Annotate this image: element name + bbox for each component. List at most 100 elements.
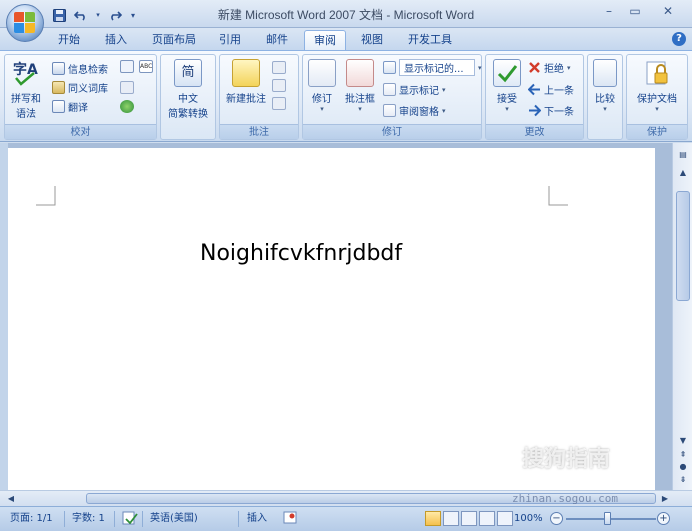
chinese-conversion-label-1: 中文 bbox=[178, 94, 198, 105]
insert-mode-status[interactable]: 插入 bbox=[247, 511, 267, 527]
tab-home[interactable]: 开始 bbox=[52, 30, 86, 50]
vertical-scrollbar[interactable]: ▤ ▲ ▼ ⇞ ● ⇟ bbox=[672, 143, 692, 490]
status-divider bbox=[114, 511, 115, 527]
next-change-button[interactable]: 下一条 bbox=[528, 103, 574, 118]
full-screen-reading-view-icon[interactable] bbox=[443, 511, 459, 526]
reject-label: 拒绝 bbox=[544, 64, 564, 75]
translate-button[interactable]: 翻译 bbox=[52, 99, 88, 114]
scroll-left-icon[interactable]: ◀ bbox=[4, 493, 18, 505]
macro-record-icon[interactable] bbox=[283, 511, 297, 527]
window-title: 新建 Microsoft Word 2007 文档 - Microsoft Wo… bbox=[217, 8, 475, 22]
tab-view[interactable]: 视图 bbox=[354, 30, 390, 50]
display-review-caret-icon: ▾ bbox=[478, 63, 482, 72]
reviewing-pane-button[interactable]: 审阅窗格 ▾ bbox=[383, 103, 446, 118]
margin-corner-top-right bbox=[548, 186, 568, 206]
show-markup-button[interactable]: 显示标记 ▾ bbox=[383, 82, 446, 97]
watermark-url: zhinan.sogou.com bbox=[512, 492, 618, 505]
previous-page-icon[interactable]: ⇞ bbox=[676, 449, 690, 461]
research-button[interactable]: 信息检索 bbox=[52, 61, 108, 76]
group-chinese-conversion: 简 中文 简繁转换 bbox=[160, 54, 216, 140]
zoom-out-icon[interactable]: − bbox=[550, 512, 563, 525]
scroll-up-icon[interactable]: ▲ bbox=[676, 167, 690, 179]
tab-mailings[interactable]: 邮件 bbox=[258, 30, 296, 50]
vertical-scroll-thumb[interactable] bbox=[676, 191, 690, 301]
group-compare: 比较 ▾ bbox=[587, 54, 623, 140]
word-count-status[interactable]: 字数: 1 bbox=[72, 511, 105, 527]
language-status[interactable]: 英语(美国) bbox=[150, 511, 198, 527]
track-changes-button[interactable]: 修订 ▾ bbox=[305, 59, 339, 113]
balloons-dropdown-icon: ▾ bbox=[358, 105, 362, 113]
spelling-label-2: 语法 bbox=[16, 109, 36, 120]
zoom-in-icon[interactable]: + bbox=[657, 512, 670, 525]
maximize-button[interactable]: ▭ bbox=[622, 2, 648, 19]
tab-insert[interactable]: 插入 bbox=[98, 30, 134, 50]
view-buttons bbox=[425, 511, 513, 527]
new-comment-label: 新建批注 bbox=[226, 94, 266, 105]
new-comment-icon bbox=[232, 59, 260, 87]
status-divider bbox=[142, 511, 143, 527]
protect-document-dropdown-icon: ▾ bbox=[655, 105, 659, 113]
accept-label: 接受 bbox=[497, 94, 517, 105]
web-layout-view-icon[interactable] bbox=[461, 511, 477, 526]
compare-button[interactable]: 比较 ▾ bbox=[589, 59, 621, 113]
tab-page-layout[interactable]: 页面布局 bbox=[146, 30, 202, 50]
print-layout-view-icon[interactable] bbox=[425, 511, 441, 526]
help-icon[interactable]: ? bbox=[672, 32, 686, 46]
delete-comment-icon[interactable] bbox=[272, 61, 286, 74]
document-page[interactable]: Noighifcvkfnrjdbdf bbox=[8, 148, 655, 490]
group-label-changes: 更改 bbox=[486, 124, 583, 139]
status-divider bbox=[64, 511, 65, 527]
window-controls: – ▭ ✕ bbox=[596, 2, 688, 19]
select-browse-object-icon[interactable]: ● bbox=[676, 461, 690, 473]
compare-dropdown-icon: ▾ bbox=[603, 105, 607, 113]
spelling-label-1: 拼写和 bbox=[11, 94, 41, 105]
next-comment-icon[interactable] bbox=[272, 97, 286, 110]
group-label-tracking: 修订 bbox=[303, 124, 481, 139]
draft-view-icon[interactable] bbox=[497, 511, 513, 526]
thesaurus-button[interactable]: 同义词库 bbox=[52, 80, 108, 95]
track-changes-label: 修订 bbox=[312, 94, 332, 105]
proofing-check-icon[interactable] bbox=[122, 511, 138, 527]
chinese-conversion-label-2: 简繁转换 bbox=[168, 109, 208, 120]
next-page-icon[interactable]: ⇟ bbox=[676, 474, 690, 486]
office-button[interactable] bbox=[6, 4, 44, 42]
tab-references[interactable]: 引用 bbox=[212, 30, 248, 50]
word-count-icon[interactable]: ABC bbox=[139, 60, 153, 73]
group-label-proofing: 校对 bbox=[5, 124, 156, 139]
translate-label: 翻译 bbox=[68, 103, 88, 114]
next-change-label: 下一条 bbox=[544, 107, 574, 118]
outline-view-icon[interactable] bbox=[479, 511, 495, 526]
balloons-button[interactable]: 批注框 ▾ bbox=[341, 59, 379, 113]
reject-button[interactable]: 拒绝 ▾ bbox=[528, 60, 571, 75]
set-language-icon[interactable] bbox=[120, 60, 134, 73]
zoom-level[interactable]: 100% bbox=[514, 511, 543, 527]
new-comment-button[interactable]: 新建批注 bbox=[222, 59, 270, 105]
parental-control-icon[interactable] bbox=[120, 100, 134, 113]
previous-comment-icon[interactable] bbox=[272, 79, 286, 92]
scroll-down-icon[interactable]: ▼ bbox=[676, 435, 690, 447]
track-changes-dropdown-icon: ▾ bbox=[320, 105, 324, 113]
protect-document-button[interactable]: 保护文档 ▾ bbox=[629, 59, 685, 113]
group-protect: 保护文档 ▾ 保护 bbox=[626, 54, 688, 140]
previous-change-button[interactable]: 上一条 bbox=[527, 82, 574, 97]
protect-document-label: 保护文档 bbox=[637, 94, 677, 105]
zoom-slider-handle[interactable] bbox=[604, 512, 611, 525]
page-count-status[interactable]: 页面: 1/1 bbox=[10, 511, 53, 527]
ruler-toggle-icon[interactable]: ▤ bbox=[676, 149, 690, 161]
reviewing-pane-icon bbox=[383, 104, 396, 117]
chinese-conversion-button[interactable]: 简 中文 简繁转换 bbox=[163, 59, 213, 120]
accept-button[interactable]: 接受 ▾ bbox=[488, 59, 526, 113]
minimize-button[interactable]: – bbox=[596, 2, 622, 19]
previous-change-label: 上一条 bbox=[544, 86, 574, 97]
zoom-slider[interactable] bbox=[566, 518, 656, 520]
display-for-review-dropdown[interactable]: 显示标记的... ▾ bbox=[383, 59, 482, 76]
close-button[interactable]: ✕ bbox=[648, 2, 688, 19]
scroll-right-icon[interactable]: ▶ bbox=[658, 493, 672, 505]
spelling-grammar-button[interactable]: 字A 拼写和 语法 bbox=[9, 59, 43, 120]
group-label-protect: 保护 bbox=[627, 124, 687, 139]
document-text[interactable]: Noighifcvkfnrjdbdf bbox=[200, 241, 402, 266]
tab-developer[interactable]: 开发工具 bbox=[400, 30, 460, 50]
tab-review[interactable]: 审阅 bbox=[304, 30, 346, 50]
translation-tip-icon[interactable] bbox=[120, 81, 134, 94]
translate-icon bbox=[52, 100, 65, 113]
